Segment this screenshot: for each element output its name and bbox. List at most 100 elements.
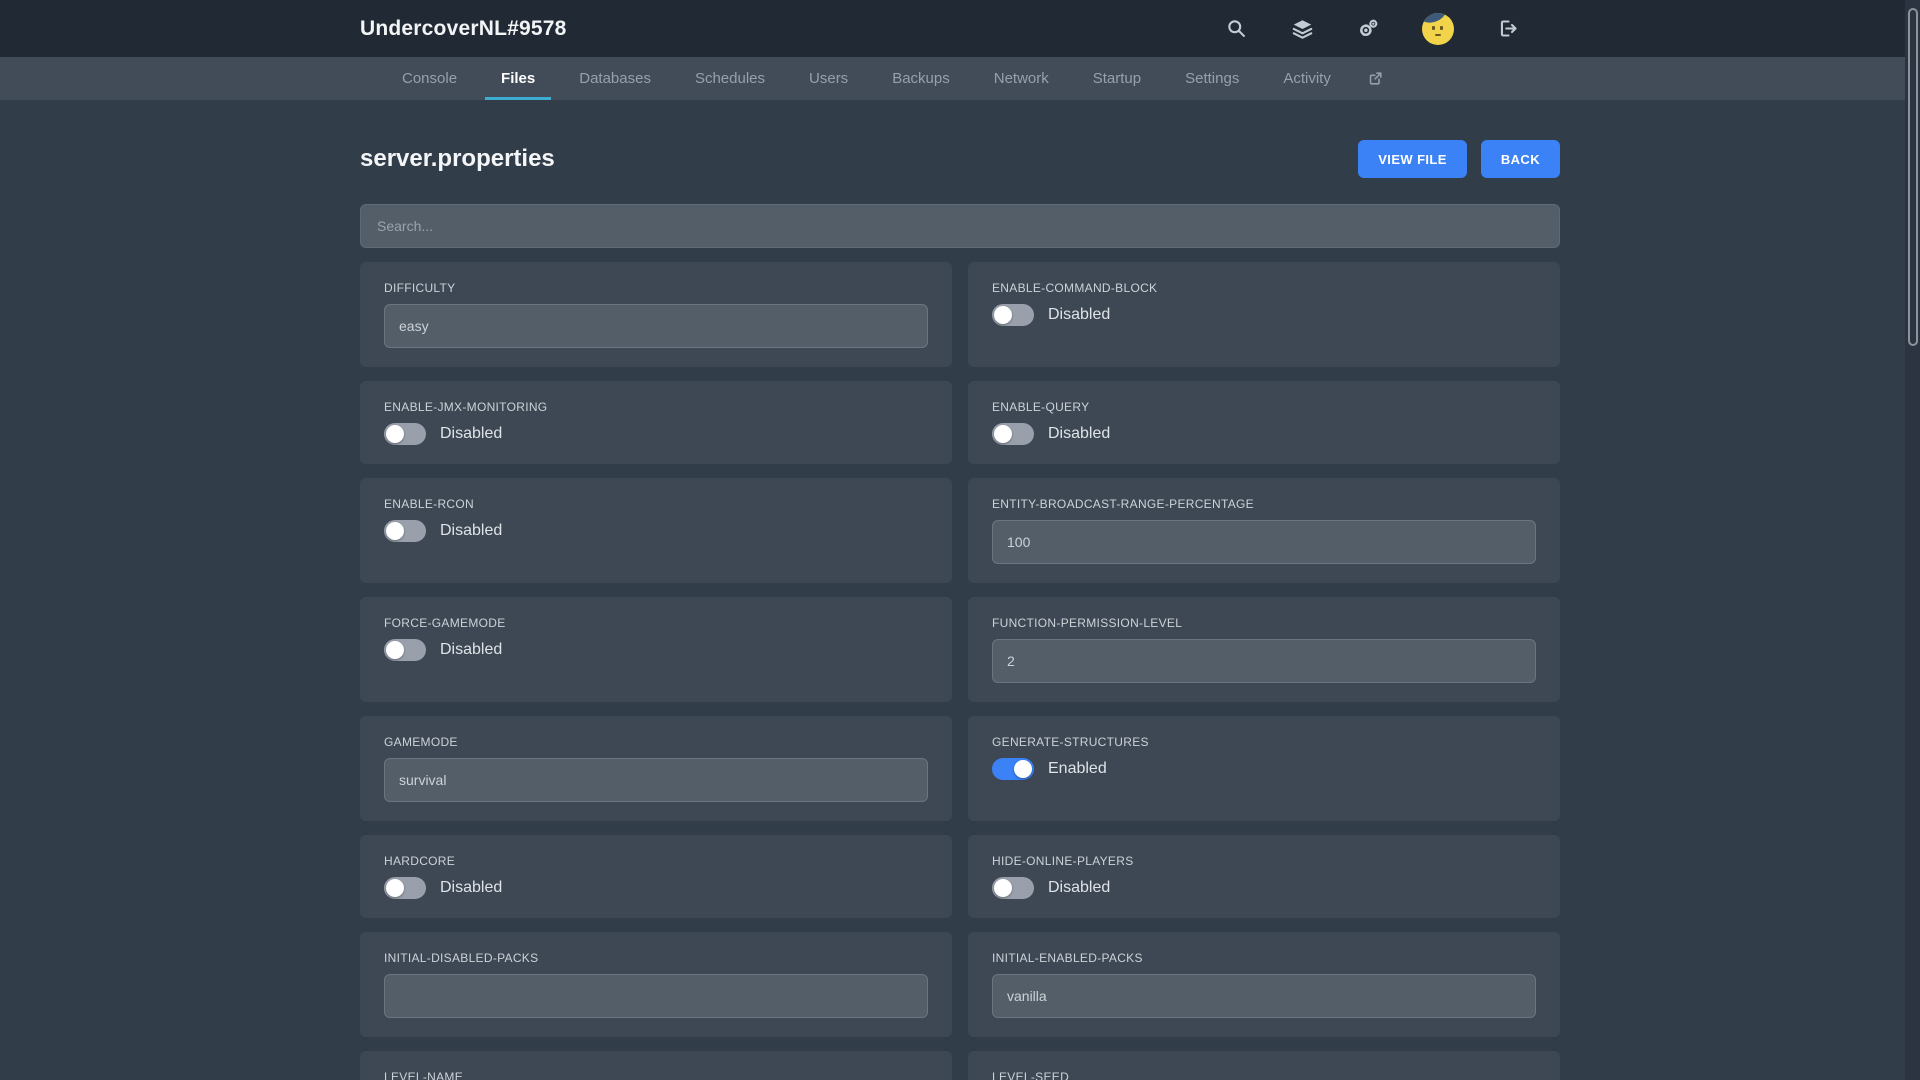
tab-schedules[interactable]: Schedules [679, 57, 781, 100]
toggle-row: Disabled [992, 423, 1536, 445]
setting-card: LEVEL-SEED [968, 1051, 1560, 1080]
toggle-switch[interactable] [384, 639, 426, 661]
setting-value-input[interactable] [992, 520, 1536, 564]
setting-card: ENABLE-RCON Disabled [360, 478, 952, 583]
setting-card: ENTITY-BROADCAST-RANGE-PERCENTAGE [968, 478, 1560, 583]
search-input[interactable] [360, 204, 1560, 248]
setting-card: ENABLE-COMMAND-BLOCKDisabled [968, 262, 1560, 367]
toggle-state-label: Disabled [440, 879, 502, 897]
tab-databases[interactable]: Databases [563, 57, 667, 100]
toggle-knob [386, 641, 404, 659]
layers-icon[interactable] [1290, 17, 1314, 41]
setting-label: LEVEL-NAME [384, 1070, 928, 1080]
setting-card: ENABLE-JMX-MONITORING Disabled [360, 381, 952, 464]
setting-card: DIFFICULTY [360, 262, 952, 367]
page-title: server.properties [360, 145, 555, 173]
toggle-state-label: Disabled [1048, 306, 1110, 324]
tab-users[interactable]: Users [793, 57, 864, 100]
setting-label: ENABLE-JMX-MONITORING [384, 400, 928, 414]
top-bar: UndercoverNL#9578 [0, 0, 1920, 57]
settings-grid: DIFFICULTYENABLE-COMMAND-BLOCKDisabledEN… [360, 262, 1560, 1080]
tab-console[interactable]: Console [386, 57, 473, 100]
server-name-title: UndercoverNL#9578 [360, 17, 567, 41]
setting-label: INITIAL-DISABLED-PACKS [384, 951, 928, 965]
scrollbar-thumb[interactable] [1908, 8, 1918, 346]
toggle-switch[interactable] [384, 877, 426, 899]
setting-label: GENERATE-STRUCTURES [992, 735, 1536, 749]
toggle-switch[interactable] [384, 423, 426, 445]
back-button[interactable]: BACK [1481, 140, 1560, 178]
setting-card: LEVEL-NAME [360, 1051, 952, 1080]
tab-activity[interactable]: Activity [1267, 57, 1347, 100]
setting-card: INITIAL-DISABLED-PACKS [360, 932, 952, 1037]
toggle-state-label: Disabled [1048, 425, 1110, 443]
setting-card: FUNCTION-PERMISSION-LEVEL [968, 597, 1560, 702]
toggle-switch[interactable] [992, 304, 1034, 326]
topbar-icon-group [1224, 13, 1560, 45]
tab-settings[interactable]: Settings [1169, 57, 1255, 100]
toggle-state-label: Disabled [1048, 879, 1110, 897]
avatar-eye [1440, 26, 1443, 30]
setting-card: FORCE-GAMEMODE Disabled [360, 597, 952, 702]
logout-icon[interactable] [1496, 17, 1520, 41]
toggle-knob [1014, 760, 1032, 778]
tab-list: Console Files Databases Schedules Users Backu… [380, 57, 1353, 100]
setting-value-input[interactable] [384, 304, 928, 348]
user-avatar[interactable] [1422, 13, 1454, 45]
setting-label: DIFFICULTY [384, 281, 928, 295]
setting-label: HARDCORE [384, 854, 928, 868]
tab-network[interactable]: Network [978, 57, 1065, 100]
toggle-knob [386, 425, 404, 443]
tab-backups[interactable]: Backups [876, 57, 966, 100]
search-icon[interactable] [1224, 17, 1248, 41]
page-actions: VIEW FILE BACK [1358, 140, 1560, 178]
setting-label: FUNCTION-PERMISSION-LEVEL [992, 616, 1536, 630]
setting-value-input[interactable] [992, 639, 1536, 683]
toggle-switch[interactable] [992, 758, 1034, 780]
setting-card: INITIAL-ENABLED-PACKS [968, 932, 1560, 1037]
setting-card: ENABLE-QUERYDisabled [968, 381, 1560, 464]
toggle-knob [386, 879, 404, 897]
setting-card: HARDCORE Disabled [360, 835, 952, 918]
services-gears-icon[interactable] [1356, 17, 1380, 41]
setting-label: GAMEMODE [384, 735, 928, 749]
setting-label: HIDE-ONLINE-PLAYERS [992, 854, 1536, 868]
toggle-state-label: Disabled [440, 641, 502, 659]
avatar-eye [1432, 26, 1435, 30]
setting-label: LEVEL-SEED [992, 1070, 1536, 1080]
view-file-button[interactable]: VIEW FILE [1358, 140, 1467, 178]
toggle-switch[interactable] [992, 423, 1034, 445]
external-link-icon[interactable] [1353, 57, 1398, 100]
setting-card: GENERATE-STRUCTURES Enabled [968, 716, 1560, 821]
toggle-row: Disabled [992, 877, 1536, 899]
toggle-switch[interactable] [384, 520, 426, 542]
main-content: server.properties VIEW FILE BACK DIFFICU… [360, 100, 1560, 1080]
toggle-knob [994, 879, 1012, 897]
tab-files[interactable]: Files [485, 57, 551, 100]
toggle-row: Disabled [384, 520, 928, 542]
avatar-mouth [1435, 34, 1441, 36]
setting-label: ENTITY-BROADCAST-RANGE-PERCENTAGE [992, 497, 1536, 511]
toggle-state-label: Disabled [440, 522, 502, 540]
toggle-row: Disabled [384, 877, 928, 899]
toggle-knob [994, 306, 1012, 324]
setting-value-input[interactable] [384, 974, 928, 1018]
toggle-row: Enabled [992, 758, 1536, 780]
toggle-switch[interactable] [992, 877, 1034, 899]
setting-value-input[interactable] [384, 758, 928, 802]
tab-startup[interactable]: Startup [1077, 57, 1157, 100]
setting-value-input[interactable] [992, 974, 1536, 1018]
toggle-state-label: Disabled [440, 425, 502, 443]
toggle-row: Disabled [992, 304, 1536, 326]
toggle-knob [386, 522, 404, 540]
setting-card: HIDE-ONLINE-PLAYERS Disabled [968, 835, 1560, 918]
setting-label: FORCE-GAMEMODE [384, 616, 928, 630]
toggle-state-label: Enabled [1048, 760, 1107, 778]
toggle-row: Disabled [384, 639, 928, 661]
setting-card: GAMEMODE [360, 716, 952, 821]
toggle-knob [994, 425, 1012, 443]
setting-label: ENABLE-RCON [384, 497, 928, 511]
scrollbar-track[interactable] [1905, 0, 1920, 1080]
toggle-row: Disabled [384, 423, 928, 445]
tab-bar: Console Files Databases Schedules Users Backu… [0, 57, 1920, 100]
